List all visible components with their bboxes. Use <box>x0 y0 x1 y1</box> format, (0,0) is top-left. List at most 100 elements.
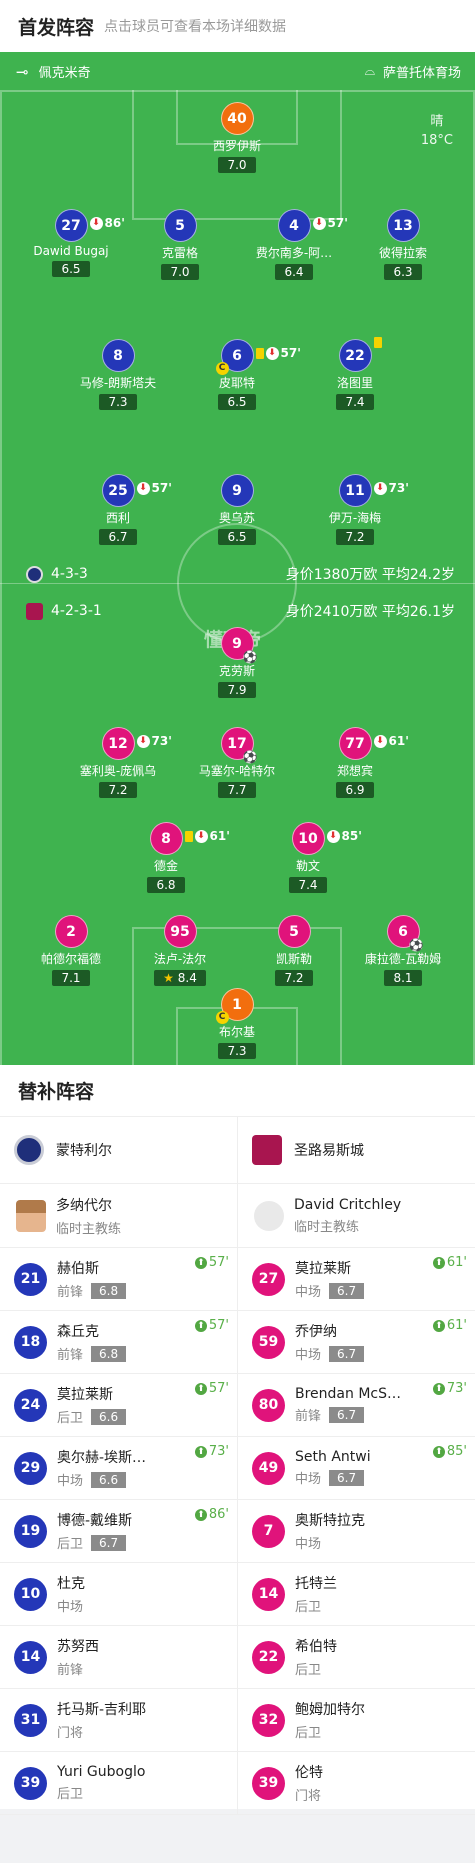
sub-row[interactable]: 24 莫拉莱斯 后卫 6.6 ⬆ 57' <box>0 1374 237 1437</box>
sub-position: 中场 <box>295 1285 322 1300</box>
yellow-card-icon <box>373 337 382 348</box>
sub-name: 莫拉莱斯 <box>57 1387 113 1403</box>
sub-row[interactable]: 14 苏努西 前锋 <box>0 1626 237 1689</box>
player-name: 西罗伊斯 <box>212 139 261 153</box>
sub-row[interactable]: 39 Yuri Guboglo 后卫 <box>0 1752 237 1815</box>
player-top-gk[interactable]: 40 西罗伊斯 7.0 <box>167 102 307 173</box>
subs-right-column: 圣路易斯城 David Critchley 临时主教练 27 莫拉莱斯 中场 6.7 ⬆ 6… <box>237 1117 475 1815</box>
sub-row[interactable]: 59 乔伊纳 中场 6.7 ⬆ 61' <box>238 1311 475 1374</box>
team-row-right[interactable]: 圣路易斯城 <box>238 1117 475 1184</box>
jersey-number: 22 <box>345 348 365 364</box>
sub-off-icon: ⬇ <box>326 830 340 843</box>
sub-row[interactable]: 31 托马斯-吉利耶 门将 <box>0 1689 237 1752</box>
sub-position: 后卫 <box>295 1600 322 1615</box>
coach-row-left[interactable]: 多纳代尔 临时主教练 <box>0 1184 237 1248</box>
sub-row[interactable]: 80 Brendan McS… 前锋 6.7 ⬆ 73' <box>238 1374 475 1437</box>
player-name: 德金 <box>153 859 178 873</box>
sub-number: 24 <box>14 1388 47 1422</box>
jersey-number: 9 <box>220 474 254 507</box>
lineup-title: 首发阵容 <box>18 16 95 39</box>
sub-row[interactable]: 29 奥尔赫-埃斯… 中场 6.6 ⬆ 73' <box>0 1437 237 1500</box>
sub-in-icon: ⬆ <box>432 1319 445 1332</box>
subs-left-column: 蒙特利尔 多纳代尔 临时主教练 21 赫伯斯 前锋 6.8 ⬆ 57' 18 森丘克 前锋 6.8… <box>0 1117 237 1815</box>
jersey-number: 13 <box>386 209 420 242</box>
player-bottom-st[interactable]: 9 ⚽ 克劳斯 7.9 <box>167 627 307 698</box>
player-rating: 6.3 <box>384 264 422 280</box>
team-name: 圣路易斯城 <box>294 1143 364 1159</box>
sub-rating: 6.7 <box>91 1534 127 1551</box>
card-sub-badge: ⬇ 61' <box>184 820 230 853</box>
sub-row[interactable]: 32 鲍姆加特尔 后卫 <box>238 1689 475 1752</box>
jersey-number: 2 <box>54 915 88 948</box>
sub-in-minute: 61' <box>446 1318 467 1333</box>
sub-row[interactable]: 22 希伯特 后卫 <box>238 1626 475 1689</box>
sub-row[interactable]: 39 伦特 门将 <box>238 1752 475 1815</box>
sub-number: 39 <box>14 1766 47 1800</box>
rating-value: 8.4 <box>177 971 197 985</box>
player-top-def4[interactable]: 13 彼得拉索 6.3 <box>333 209 473 280</box>
top-team-value: 身价1380万欧 平均24.2岁 <box>285 567 455 583</box>
sub-row[interactable]: 10 杜克 中场 <box>0 1563 237 1626</box>
player-bottom-def4[interactable]: 6 ⚽ 康拉德-瓦勒姆 8.1 <box>333 915 473 986</box>
jersey-number: 40 <box>220 102 254 135</box>
sub-row[interactable]: 27 莫拉莱斯 中场 6.7 ⬆ 61' <box>238 1248 475 1311</box>
player-name: 洛图里 <box>336 376 373 390</box>
player-bottom-dm2[interactable]: 10 ⬇ 85' 勒文 7.4 <box>238 822 378 893</box>
jersey-number: 5 <box>163 209 197 242</box>
stlouis-logo-icon <box>252 1135 282 1165</box>
player-rating: 6.5 <box>52 261 90 277</box>
player-rating: 6.8 <box>147 877 185 893</box>
player-rating: 7.3 <box>99 394 137 410</box>
player-rating: ★ 8.4 <box>154 970 206 986</box>
coach-row-right[interactable]: David Critchley 临时主教练 <box>238 1184 475 1248</box>
jersey-number: 27 <box>61 218 81 234</box>
sub-number: 31 <box>14 1703 47 1737</box>
jersey-number: 10 <box>298 831 318 847</box>
sub-number: 29 <box>14 1451 47 1485</box>
player-top-mid3[interactable]: 22 洛图里 7.4 <box>285 337 425 410</box>
player-bottom-am3[interactable]: 77 ⬇ 61' 郑想宾 6.9 <box>285 727 425 798</box>
sub-position: 后卫 <box>295 1726 322 1741</box>
captain-icon: C <box>215 362 229 375</box>
player-rating: 7.0 <box>161 264 199 280</box>
sub-row[interactable]: 18 森丘克 前锋 6.8 ⬆ 57' <box>0 1311 237 1374</box>
lineup-header: 首发阵容 点击球员可查看本场详细数据 <box>0 0 475 52</box>
player-bottom-dm1[interactable]: 8 ⬇ 61' 德金 6.8 <box>96 822 236 893</box>
goal-icon: ⚽ <box>242 750 258 764</box>
sub-off-icon: ⬇ <box>136 482 150 495</box>
substitutes-title: 替补阵容 <box>0 1065 475 1117</box>
sub-in-badge: ⬆ 61' <box>432 1318 467 1333</box>
player-rating: 7.2 <box>275 970 313 986</box>
sub-row[interactable]: 21 赫伯斯 前锋 6.8 ⬆ 57' <box>0 1248 237 1311</box>
card-badge <box>373 337 382 348</box>
team-row-left[interactable]: 蒙特利尔 <box>0 1117 237 1184</box>
sub-row[interactable]: 14 托特兰 后卫 <box>238 1563 475 1626</box>
sub-off-badge: ⬇ 61' <box>373 725 409 758</box>
player-name: 康拉德-瓦勒姆 <box>364 952 442 966</box>
assist-icon: ⚽ <box>242 650 258 664</box>
sub-name: Seth Antwi <box>295 1449 371 1465</box>
sub-row[interactable]: 7 奥斯特拉克 中场 <box>238 1500 475 1563</box>
sub-in-badge: ⬆ 57' <box>194 1318 229 1333</box>
sub-row[interactable]: 49 Seth Antwi 中场 6.7 ⬆ 85' <box>238 1437 475 1500</box>
sub-number: 14 <box>252 1577 285 1611</box>
sub-in-minute: 86' <box>208 1507 229 1522</box>
player-name: 勒文 <box>295 859 320 873</box>
player-name: 郑想宾 <box>336 764 373 778</box>
sub-in-icon: ⬆ <box>194 1508 207 1521</box>
player-bottom-gk[interactable]: 1C 布尔基 7.3 <box>167 988 307 1059</box>
sub-name: 莫拉莱斯 <box>295 1261 351 1277</box>
sub-in-badge: ⬆ 61' <box>432 1255 467 1270</box>
team-name: 蒙特利尔 <box>56 1143 112 1159</box>
player-rating: 7.3 <box>218 1043 256 1059</box>
jersey-number: 9 <box>232 636 242 652</box>
jersey-number: 6 <box>232 348 242 364</box>
sub-row[interactable]: 19 博德-戴维斯 后卫 6.7 ⬆ 86' <box>0 1500 237 1563</box>
sub-name: 鲍姆加特尔 <box>295 1702 365 1718</box>
player-rating: 7.9 <box>218 682 256 698</box>
weather-condition: 晴 <box>430 114 444 129</box>
jersey-number: 6 <box>398 924 408 940</box>
star-icon: ★ <box>163 971 174 985</box>
player-top-fw3[interactable]: 11 ⬇ 73' 伊万-海梅 7.2 <box>285 474 425 545</box>
player-rating: 6.5 <box>218 529 256 545</box>
